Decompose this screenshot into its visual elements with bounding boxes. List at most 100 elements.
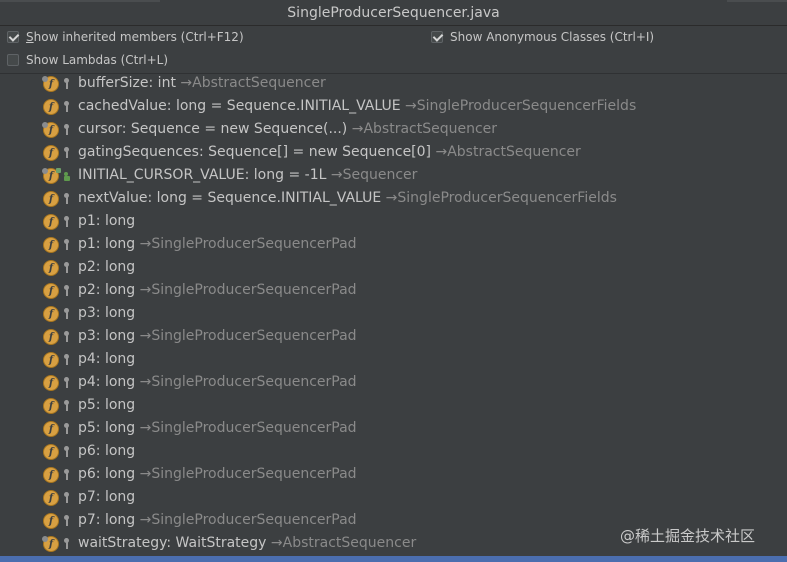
list-item[interactable]: f p2: long →SingleProducerSequencerPad (0, 280, 787, 303)
list-item[interactable]: f p3: long (0, 303, 787, 326)
private-visibility-icon (63, 262, 71, 274)
field-icon: f (43, 398, 59, 414)
field-icon: f (43, 352, 59, 368)
field-icon: f (43, 283, 59, 299)
member-declaration: p1: long (78, 236, 140, 252)
private-visibility-icon (63, 308, 71, 320)
private-visibility-icon (63, 331, 71, 343)
member-declaration: p5: long (78, 420, 140, 436)
member-signature: p7: long →SingleProducerSequencerPad (78, 512, 357, 528)
member-origin-class: →SingleProducerSequencerPad (139, 236, 357, 252)
member-signature: cursor: Sequence = new Sequence(...) →Ab… (78, 121, 497, 137)
member-declaration: p4: long (78, 374, 140, 390)
list-item[interactable]: f p5: long →SingleProducerSequencerPad (0, 418, 787, 441)
list-item[interactable]: f p6: long →SingleProducerSequencerPad (0, 464, 787, 487)
private-visibility-icon (63, 469, 71, 481)
member-declaration: p6: long (78, 466, 140, 482)
list-item[interactable]: f p1: long (0, 211, 787, 234)
list-item[interactable]: f p4: long →SingleProducerSequencerPad (0, 372, 787, 395)
member-signature: p6: long →SingleProducerSequencerPad (78, 466, 357, 482)
show-anonymous-classes-label: Show Anonymous Classes (Ctrl+I) (450, 30, 655, 44)
member-declaration: nextValue: long = Sequence.INITIAL_VALUE (78, 190, 386, 206)
mnemonic-char: S (26, 30, 34, 44)
field-icon: f (43, 490, 59, 506)
member-declaration: cursor: Sequence = new Sequence(...) (78, 121, 352, 137)
list-item[interactable]: f p5: long (0, 395, 787, 418)
field-inherited-icon: f (42, 76, 59, 92)
member-origin-class: →SingleProducerSequencerPad (139, 328, 357, 344)
field-icon: f (43, 513, 59, 529)
field-icon: f (43, 260, 59, 276)
member-origin-class: →AbstractSequencer (435, 144, 581, 160)
list-item[interactable]: f p3: long →SingleProducerSequencerPad (0, 326, 787, 349)
member-declaration: p4: long (78, 351, 136, 367)
member-declaration: bufferSize: int (78, 75, 181, 91)
field-icon: f (43, 421, 59, 437)
member-signature: INITIAL_CURSOR_VALUE: long = -1L →Sequen… (78, 167, 417, 183)
list-item[interactable]: f INITIAL_CURSOR_VALUE: long = -1L →Seque… (0, 165, 787, 188)
member-origin-class: →Sequencer (330, 167, 418, 183)
title-bar-accent-left (0, 0, 160, 2)
member-origin-class: →SingleProducerSequencerPad (139, 420, 357, 436)
list-item[interactable]: f p6: long (0, 441, 787, 464)
member-signature: p2: long →SingleProducerSequencerPad (78, 282, 357, 298)
private-visibility-icon (63, 538, 71, 550)
member-origin-class: →SingleProducerSequencerFields (405, 98, 637, 114)
list-item[interactable]: f p4: long (0, 349, 787, 372)
show-anonymous-classes-checkbox[interactable]: Show Anonymous Classes (Ctrl+I) (431, 30, 654, 44)
member-declaration: p2: long (78, 259, 136, 275)
member-declaration: cachedValue: long = Sequence.INITIAL_VAL… (78, 98, 406, 114)
private-visibility-icon (63, 216, 71, 228)
member-origin-class: →AbstractSequencer (351, 121, 498, 137)
field-icon: f (43, 145, 59, 161)
member-signature: p1: long (78, 213, 135, 229)
member-signature: nextValue: long = Sequence.INITIAL_VALUE… (78, 190, 617, 206)
private-visibility-icon (63, 423, 71, 435)
member-declaration: p7: long (78, 512, 140, 528)
list-item[interactable]: f p2: long (0, 257, 787, 280)
member-signature: p4: long (78, 351, 135, 367)
member-signature: gatingSequences: Sequence[] = new Sequen… (78, 144, 581, 160)
private-visibility-icon (63, 354, 71, 366)
member-signature: p4: long →SingleProducerSequencerPad (78, 374, 357, 390)
checkbox-checked-icon[interactable] (7, 31, 19, 43)
member-origin-class: →SingleProducerSequencerFields (385, 190, 617, 206)
private-visibility-icon (63, 193, 71, 205)
list-item[interactable]: f gatingSequences: Sequence[] = new Seque… (0, 142, 787, 165)
static-field-icon: f (42, 168, 61, 184)
field-inherited-icon: f (42, 122, 59, 138)
member-declaration: p3: long (78, 328, 140, 344)
show-inherited-members-label: Show inherited members (Ctrl+F12) (26, 30, 244, 44)
show-inherited-members-checkbox[interactable]: Show inherited members (Ctrl+F12) (7, 30, 244, 44)
member-signature: cachedValue: long = Sequence.INITIAL_VAL… (78, 98, 636, 114)
field-icon: f (43, 214, 59, 230)
member-signature: p2: long (78, 259, 135, 275)
selected-row-highlight[interactable] (0, 556, 787, 562)
field-icon: f (43, 99, 59, 115)
member-declaration: p5: long (78, 397, 136, 413)
private-visibility-icon (63, 78, 71, 90)
member-signature: p1: long →SingleProducerSequencerPad (78, 236, 357, 252)
member-origin-class: →SingleProducerSequencerPad (139, 282, 357, 298)
list-item[interactable]: f nextValue: long = Sequence.INITIAL_VALU… (0, 188, 787, 211)
list-item[interactable]: f cachedValue: long = Sequence.INITIAL_VA… (0, 96, 787, 119)
list-item[interactable]: f p7: long (0, 487, 787, 510)
private-visibility-icon (63, 124, 71, 136)
list-item[interactable]: f cursor: Sequence = new Sequence(...) →A… (0, 119, 787, 142)
member-declaration: waitStrategy: WaitStrategy (78, 535, 271, 551)
field-icon: f (43, 375, 59, 391)
window-title: SingleProducerSequencer.java (287, 4, 500, 21)
field-icon: f (43, 329, 59, 345)
private-visibility-icon (63, 492, 71, 504)
show-lambdas-checkbox[interactable]: Show Lambdas (Ctrl+L) (7, 53, 168, 67)
member-signature: p3: long (78, 305, 135, 321)
list-item[interactable]: f p1: long →SingleProducerSequencerPad (0, 234, 787, 257)
member-declaration: p1: long (78, 213, 136, 229)
window-title-bar: SingleProducerSequencer.java (0, 0, 787, 26)
list-item[interactable]: f bufferSize: int →AbstractSequencer (0, 73, 787, 96)
checkbox-unchecked-icon[interactable] (7, 54, 19, 66)
checkbox-checked-icon[interactable] (431, 31, 443, 43)
private-visibility-icon (63, 147, 71, 159)
label-rest: how inherited members (Ctrl+F12) (33, 30, 244, 44)
member-declaration: p3: long (78, 305, 136, 321)
